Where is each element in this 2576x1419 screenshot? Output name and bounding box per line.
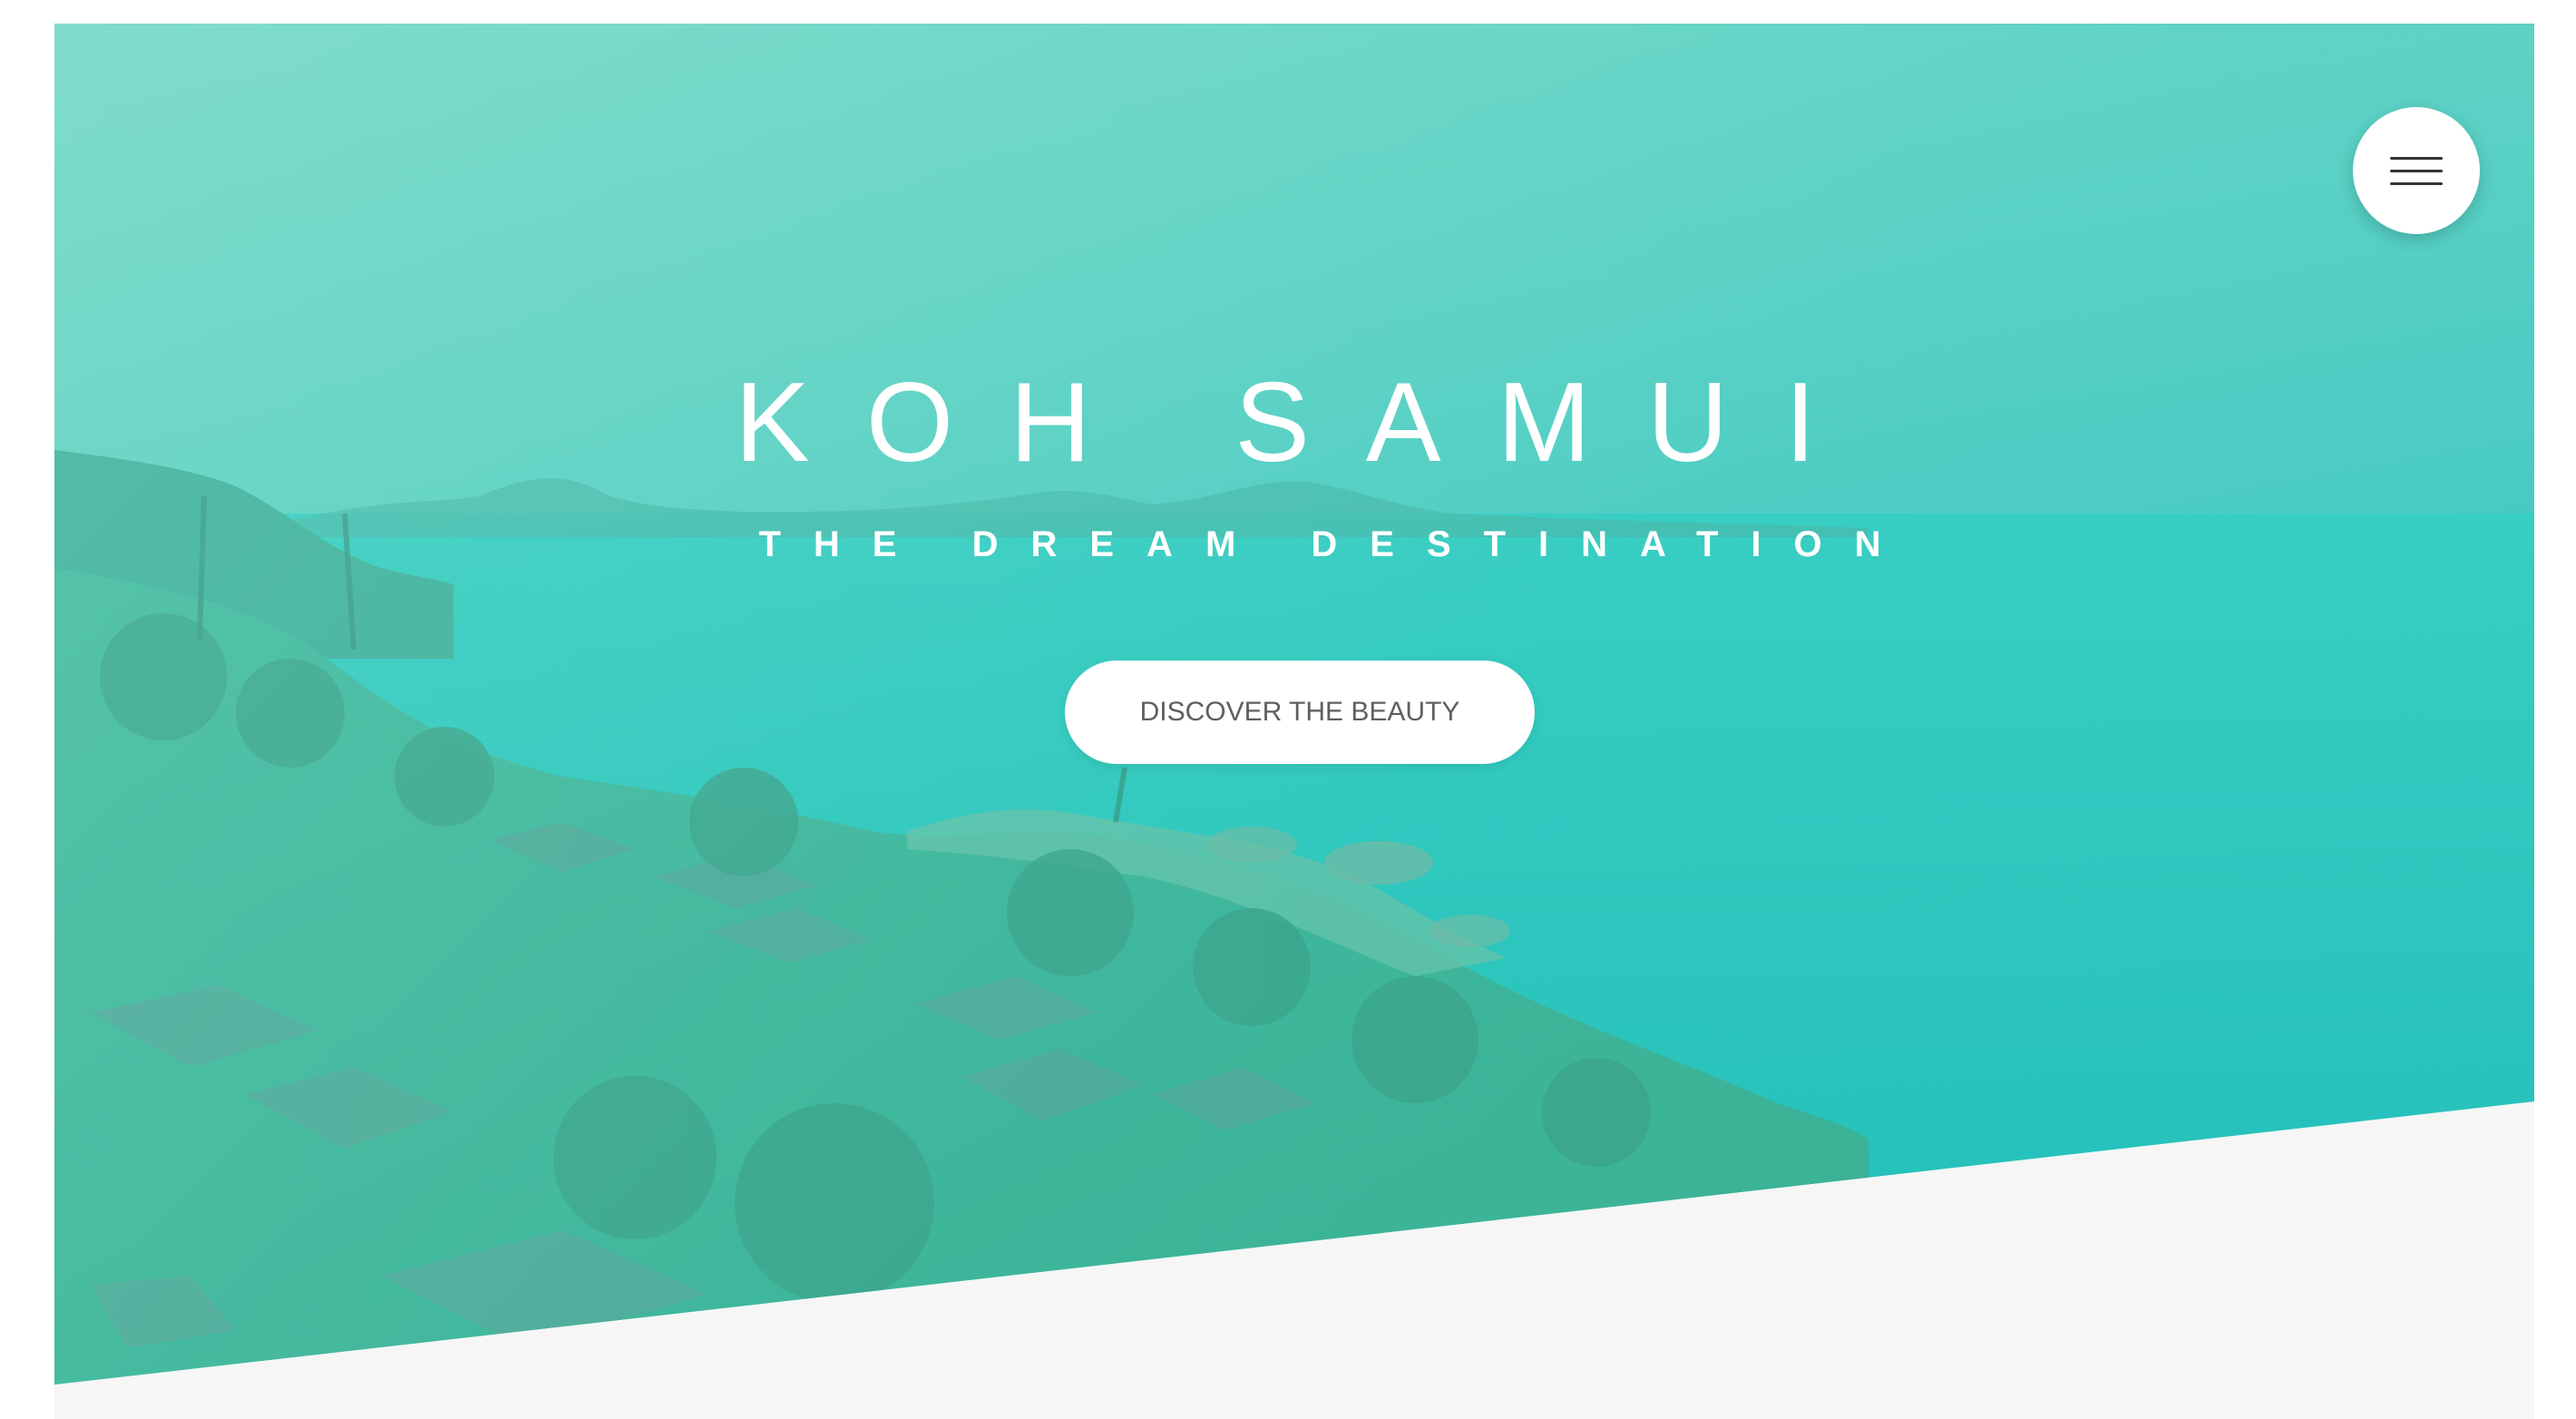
page: KOH SAMUI THE DREAM DESTINATION DISCOVER… <box>54 24 2534 1419</box>
hero-subtitle: THE DREAM DESTINATION <box>758 524 1914 564</box>
hamburger-menu-icon <box>2390 181 2443 185</box>
menu-button[interactable] <box>2353 107 2480 234</box>
hero-title: KOH SAMUI <box>735 360 1872 485</box>
hamburger-menu-icon <box>2390 169 2443 172</box>
hero-section: KOH SAMUI THE DREAM DESTINATION DISCOVER… <box>54 24 2534 1385</box>
hamburger-menu-icon <box>2390 156 2443 160</box>
discover-the-beauty-button[interactable]: DISCOVER THE BEAUTY <box>1065 661 1535 764</box>
